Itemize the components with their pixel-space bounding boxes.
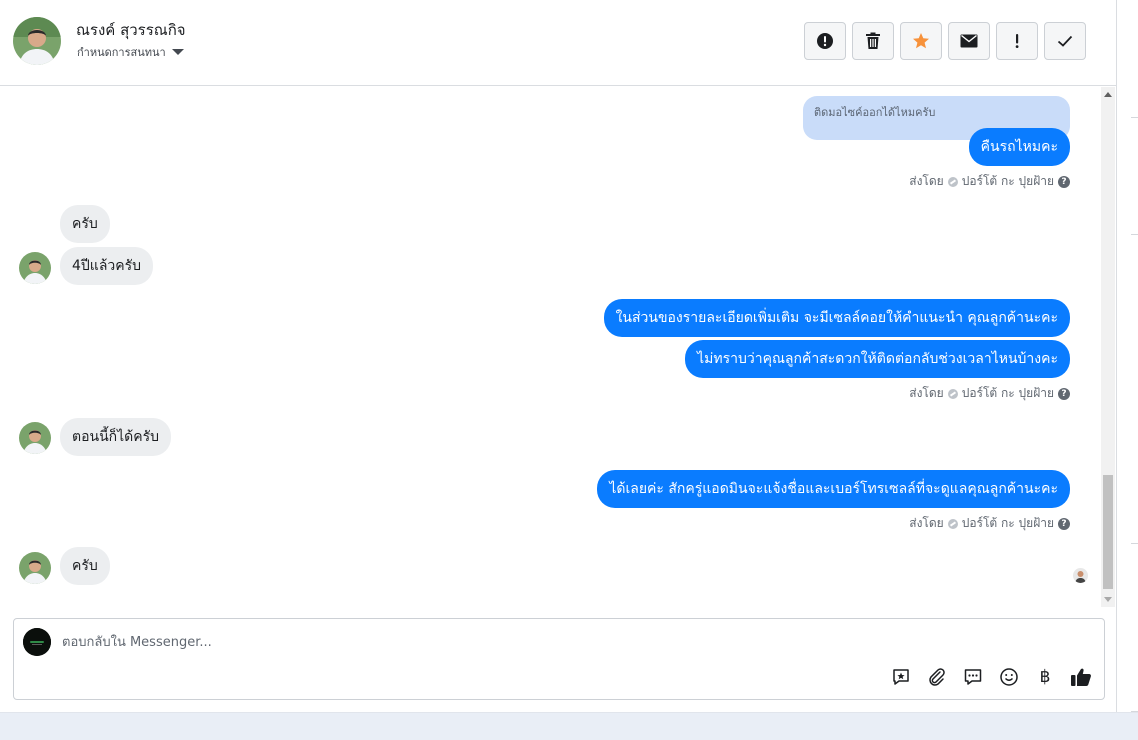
quoted-text: ติดมอไซค์ออกได้ไหมครับ [814, 106, 936, 119]
sent-by-label: ส่งโดย [909, 386, 944, 400]
thumbs-up-icon [1071, 668, 1091, 686]
saved-reply-icon [893, 669, 909, 685]
sent-by-info: ส่งโดย ปอร์โต้ กะ ปุยฝ้าย ? [909, 514, 1070, 533]
sent-by-name: ปอร์โต้ กะ ปุยฝ้าย [961, 386, 1054, 400]
assign-conversation-dropdown[interactable]: กำหนดการสนทนา [77, 43, 184, 61]
scrollbar-thumb[interactable] [1103, 475, 1113, 589]
conversation-header: ณรงค์ สุวรรณกิจ กำหนดการสนทนา [0, 0, 1117, 86]
message-bubble-outgoing[interactable]: คืนรถไหมคะ [968, 128, 1070, 166]
bottom-strip [0, 712, 1138, 740]
thread-scrollbar[interactable] [1101, 87, 1115, 607]
reply-composer: ฿ [13, 618, 1105, 700]
divider [1131, 117, 1138, 118]
message-bubble-outgoing[interactable]: ในส่วนของรายละเอียดเพิ่มเติม จะมีเซลล์คอ… [603, 299, 1070, 337]
inbox-panel: ณรงค์ สุวรรณกิจ กำหนดการสนทนา ติดมอไซค์อ… [0, 0, 1117, 712]
message-bubble-incoming[interactable]: 4ปีแล้วครับ [60, 247, 154, 285]
saved-reply-button[interactable] [890, 666, 912, 688]
follow-up-button[interactable] [996, 22, 1038, 60]
message-bubble-outgoing[interactable]: ไม่ทราบว่าคุณลูกค้าสะดวกให้ติดต่อกลับช่ว… [685, 340, 1070, 378]
scroll-down-arrow-icon[interactable] [1104, 597, 1112, 602]
attach-button[interactable] [926, 666, 948, 688]
divider [1131, 543, 1138, 544]
paperclip-icon [929, 668, 945, 686]
delete-button[interactable] [852, 22, 894, 60]
sent-by-label: ส่งโดย [909, 174, 944, 188]
emoji-icon [1000, 668, 1018, 686]
chat-bubble-icon [964, 669, 982, 685]
mark-spam-button[interactable] [804, 22, 846, 60]
sent-by-info: ส่งโดย ปอร์โต้ กะ ปุยฝ้าย ? [909, 384, 1070, 403]
mark-unread-button[interactable] [948, 22, 990, 60]
help-icon[interactable]: ? [1058, 517, 1070, 530]
contact-avatar[interactable] [13, 17, 61, 65]
help-icon[interactable]: ? [1058, 175, 1070, 188]
conversation-toolbar [804, 22, 1086, 60]
message-thread[interactable]: ติดมอไซค์ออกได้ไหมครับ คืนรถไหมคะ ส่งโดย… [0, 87, 1100, 607]
exclamation-icon [1015, 34, 1019, 48]
sender-badge-icon [947, 518, 958, 529]
assign-label: กำหนดการสนทนา [77, 46, 166, 59]
divider [1131, 234, 1138, 235]
sent-by-label: ส่งโดย [909, 516, 944, 530]
payment-button[interactable]: ฿ [1034, 666, 1056, 688]
trash-icon [866, 32, 880, 49]
sent-by-name: ปอร์โต้ กะ ปุยฝ้าย [961, 516, 1054, 530]
help-icon[interactable]: ? [1058, 387, 1070, 400]
envelope-icon [960, 34, 978, 48]
reply-input[interactable] [62, 632, 862, 652]
message-bubble-incoming[interactable]: ครับ [60, 205, 110, 243]
page-avatar [23, 628, 51, 656]
contact-name[interactable]: ณรงค์ สุวรรณกิจ [76, 18, 186, 42]
contact-avatar-small [19, 252, 51, 284]
quick-replies-button[interactable] [962, 666, 984, 688]
scroll-up-arrow-icon[interactable] [1104, 92, 1112, 97]
sender-badge-icon [947, 176, 958, 187]
alert-circle-icon [817, 33, 833, 49]
contact-avatar-small [19, 422, 51, 454]
seen-avatar-icon [1073, 568, 1088, 583]
right-edge-strip [1117, 0, 1138, 740]
message-bubble-incoming[interactable]: ครับ [60, 547, 110, 585]
baht-icon: ฿ [1039, 667, 1051, 687]
composer-actions: ฿ [890, 666, 1092, 688]
star-button[interactable] [900, 22, 942, 60]
emoji-button[interactable] [998, 666, 1020, 688]
sent-by-info: ส่งโดย ปอร์โต้ กะ ปุยฝ้าย ? [909, 172, 1070, 191]
caret-down-icon [171, 49, 184, 55]
sender-badge-icon [947, 388, 958, 399]
like-button[interactable] [1070, 666, 1092, 688]
mark-done-button[interactable] [1044, 22, 1086, 60]
check-icon [1057, 35, 1073, 47]
star-icon [913, 33, 929, 49]
sent-by-name: ปอร์โต้ กะ ปุยฝ้าย [961, 174, 1054, 188]
contact-avatar-small [19, 552, 51, 584]
message-bubble-outgoing[interactable]: ได้เลยค่ะ สักครู่แอดมินจะแจ้งชื่อและเบอร… [597, 470, 1070, 508]
message-bubble-incoming[interactable]: ตอนนี้ก็ได้ครับ [60, 418, 172, 456]
